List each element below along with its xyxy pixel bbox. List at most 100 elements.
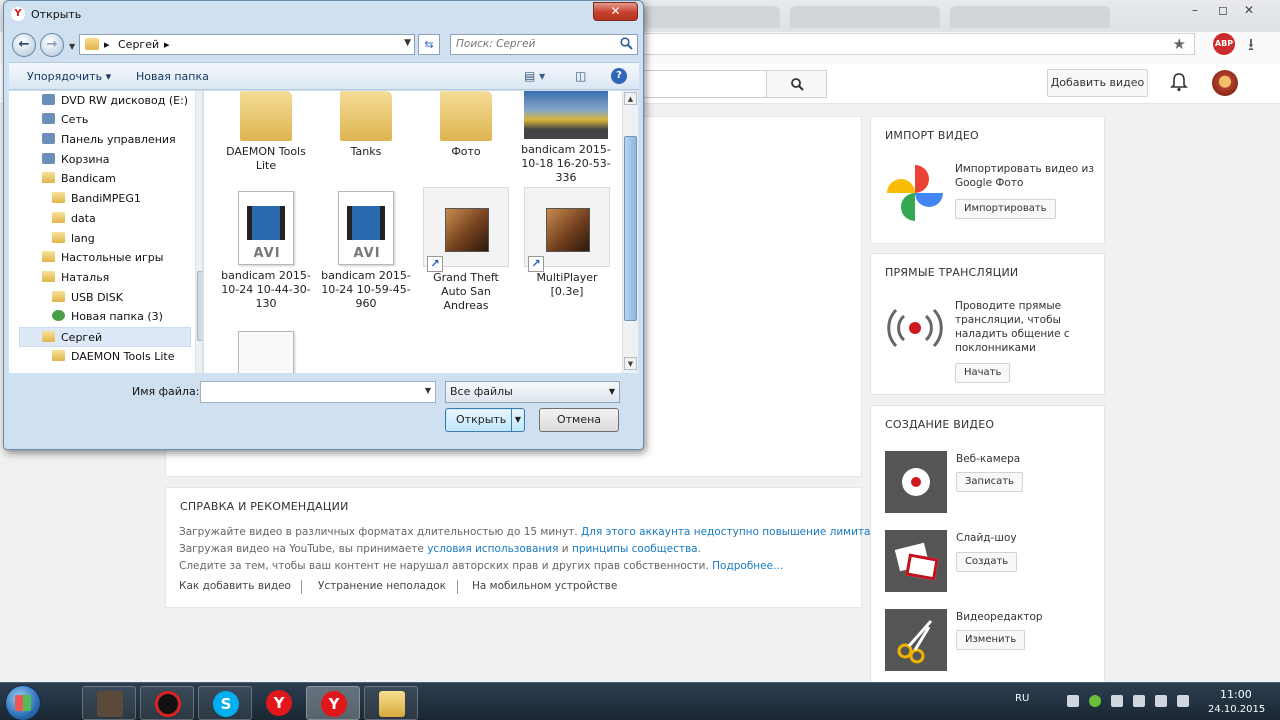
language-indicator[interactable]: RU [1015,693,1029,704]
help-link-more[interactable]: Подробнее... [712,560,783,572]
file-item[interactable]: ↗ Grand Theft Auto San Andreas [423,187,509,313]
tree-item-usb-disk[interactable]: USB DISK [52,288,123,308]
footer-link-how-to-upload[interactable]: Как добавить видео [179,580,291,592]
clock-date[interactable]: 24.10.2015 [1208,704,1265,715]
scroll-thumb[interactable] [624,136,637,321]
breadcrumb[interactable]: ▸ Сергей ▸ ▼ [79,34,415,55]
tree-item-sergey[interactable]: Сергей [19,327,191,347]
display-icon[interactable] [1155,695,1167,707]
taskbar-app-recorder[interactable] [140,686,194,720]
create-title: СОЗДАНИЕ ВИДЕО [885,418,995,431]
taskbar-app-media[interactable] [82,686,136,720]
file-type-select[interactable]: Все файлы ▼ [445,381,620,403]
cancel-button[interactable]: Отмена [539,408,619,432]
tray-app-icon[interactable] [1089,695,1101,707]
dialog-close-button[interactable]: ✕ [593,2,638,21]
avatar[interactable] [1212,70,1238,96]
network-icon[interactable] [1177,695,1189,707]
history-dropdown[interactable]: ▼ [69,42,75,51]
browser-tab[interactable] [950,6,1110,28]
preview-pane-icon[interactable]: ◫ [575,69,586,83]
organize-menu[interactable]: Упорядочить ▾ [27,70,111,83]
tree-item-lang[interactable]: lang [52,229,95,249]
footer-link-troubleshoot[interactable]: Устранение неполадок [318,580,446,592]
search-input[interactable] [640,70,767,98]
file-item[interactable]: DAEMON Tools Lite [218,91,314,173]
taskbar-app-yandex[interactable]: Y [252,686,306,720]
file-item[interactable]: Фото [418,91,514,159]
file-item[interactable]: Tanks [318,91,414,159]
taskbar-app-yandex-active[interactable]: Y [306,686,360,720]
tree-item-data[interactable]: data [52,209,96,229]
start-button[interactable] [5,685,41,720]
tree-item-bandimpeg1[interactable]: BandiMPEG1 [52,189,141,209]
create-slideshow-button[interactable]: Создать [956,552,1018,572]
taskbar-app-skype[interactable]: S [198,686,252,720]
help-link-limit[interactable]: Для этого аккаунта недоступно повышение … [581,526,874,538]
chevron-down-icon[interactable]: ▼ [425,386,431,395]
yandex-icon: Y [266,690,292,716]
help-link-guidelines[interactable]: принципы сообщества [572,543,698,555]
dialog-search-input[interactable] [451,35,611,53]
download-icon[interactable]: ⭳ [1248,32,1254,61]
tree-scrollbar[interactable] [195,91,202,373]
file-list-scrollbar[interactable]: ▲ ▼ [622,91,638,373]
record-button[interactable]: Записать [956,472,1023,492]
divider [457,580,458,594]
tree-item-daemon-tools[interactable]: DAEMON Tools Lite [52,347,175,367]
back-button[interactable]: ← [12,33,36,57]
maximize-button[interactable]: ◻ [1210,2,1236,18]
audio-icon[interactable] [1133,695,1145,707]
tree-item-network[interactable]: Сеть [42,110,88,130]
breadcrumb-arrow[interactable]: ▸ [104,38,110,51]
tree-item-control-panel[interactable]: Панель управления [42,130,176,150]
address-bar[interactable]: ★ [640,33,1195,55]
file-item[interactable]: bandicam 2015-10-18 16-20-53-336 [518,91,614,185]
file-item[interactable]: AVI bandicam 2015-10-24 10-44-30-130 [218,191,314,311]
file-item[interactable] [218,331,314,373]
breadcrumb-arrow[interactable]: ▸ [164,38,170,51]
filename-input[interactable] [201,382,411,402]
tree-item-natalya[interactable]: Наталья [42,268,109,288]
browser-tab[interactable] [640,6,780,28]
chevron-down-icon[interactable]: ▼ [404,38,411,48]
search-button[interactable] [766,70,827,98]
minimize-button[interactable]: – [1182,2,1208,18]
adblock-icon[interactable]: ABP [1213,33,1235,55]
windows-icon[interactable] [1067,695,1079,707]
bell-icon[interactable] [1170,72,1188,92]
footer-link-mobile[interactable]: На мобильном устройстве [472,580,617,592]
new-folder-button[interactable]: Новая папка [136,70,209,83]
tree-item-dvd[interactable]: DVD RW дисковод (E:) [42,91,188,111]
file-item[interactable]: AVI bandicam 2015-10-24 10-59-45-960 [318,191,414,311]
import-button[interactable]: Импортировать [955,199,1056,219]
tree-item-new-folder-3[interactable]: Новая папка (3) [52,307,163,327]
control-panel-icon [42,133,55,144]
star-icon[interactable]: ★ [1173,35,1186,53]
volume-icon[interactable] [1111,695,1123,707]
browser-tab[interactable] [790,6,940,28]
window-close-button[interactable]: ✕ [1236,2,1262,18]
file-item[interactable]: ↗ MultiPlayer [0.3e] [522,187,612,299]
tree-item-board-games[interactable]: Настольные игры [42,248,163,268]
scroll-down-arrow[interactable]: ▼ [624,357,637,370]
tree-item-recycle-bin[interactable]: Корзина [42,150,109,170]
refresh-button[interactable]: ⇆ [418,34,440,55]
view-options-icon[interactable]: ▤ ▾ [524,69,545,83]
scroll-thumb[interactable] [197,271,202,341]
scroll-up-arrow[interactable]: ▲ [624,92,637,105]
edit-button[interactable]: Изменить [956,630,1026,650]
upload-video-button[interactable]: Добавить видео [1047,69,1148,97]
tree-item-bandicam[interactable]: Bandicam [42,169,116,189]
taskbar-app-explorer[interactable] [364,686,418,720]
open-options-dropdown[interactable]: ▼ [511,409,524,431]
open-button[interactable]: Открыть ▼ [445,408,525,432]
live-start-button[interactable]: Начать [955,363,1011,383]
search-box[interactable] [450,34,638,55]
help-link-terms[interactable]: условия использования [427,543,558,555]
forward-button[interactable]: → [40,33,64,57]
clock-time[interactable]: 11:00 [1220,688,1252,701]
breadcrumb-item[interactable]: Сергей [118,38,159,51]
help-icon[interactable]: ? [611,68,627,84]
filename-field[interactable]: ▼ [200,381,436,403]
